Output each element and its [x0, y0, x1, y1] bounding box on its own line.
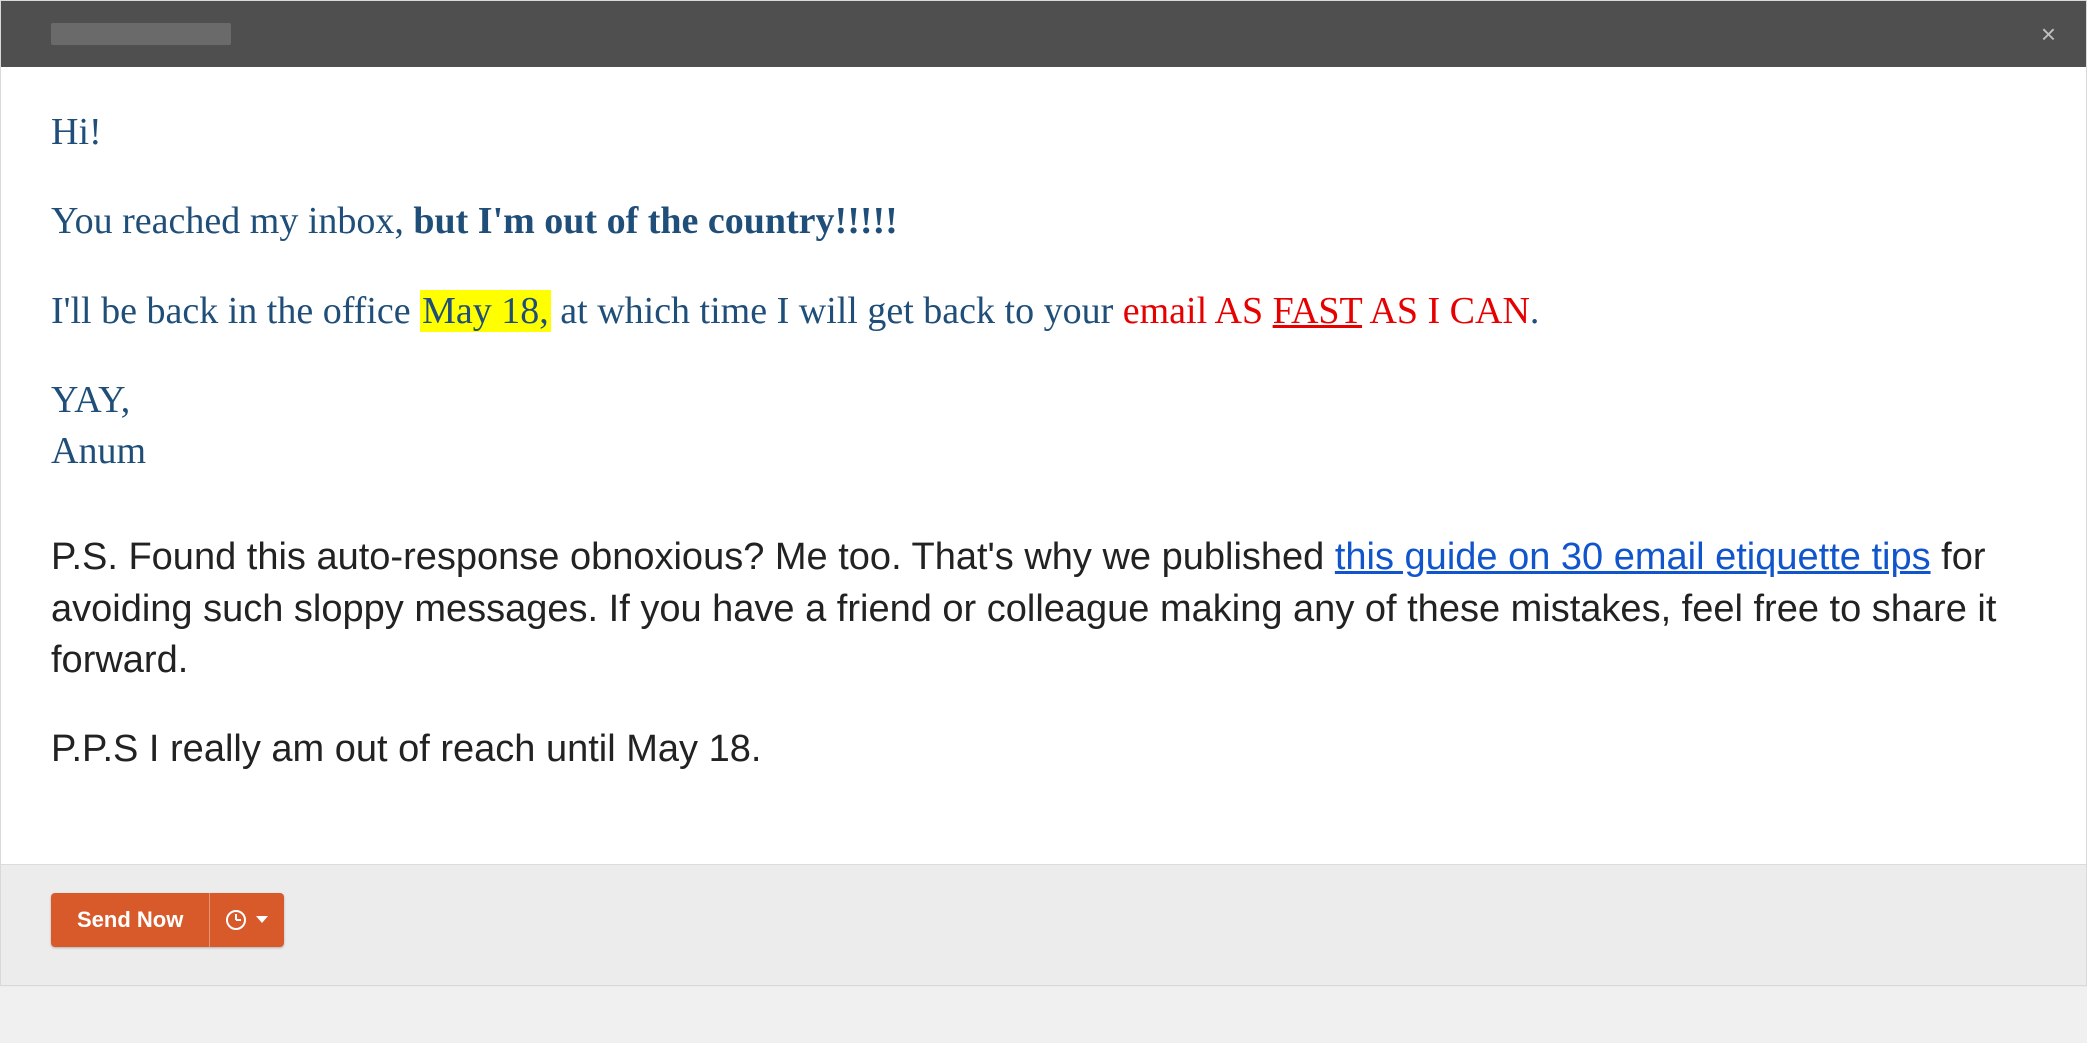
plain-block: P.S. Found this auto-response obnoxious?…: [51, 532, 2036, 775]
line3-red-fast: FAST: [1273, 290, 1362, 332]
signoff-yay: YAY,: [51, 375, 2036, 426]
etiquette-guide-link[interactable]: this guide on 30 email etiquette tips: [1335, 536, 1931, 578]
line3-mid: at which time I will get back to your: [551, 290, 1123, 332]
greeting-line: Hi!: [51, 107, 2036, 158]
send-now-button[interactable]: Send Now: [51, 893, 209, 947]
clock-icon: [226, 910, 246, 930]
close-icon: ×: [2041, 19, 2056, 49]
title-placeholder: [51, 23, 231, 45]
pps-line: P.P.S I really am out of reach until May…: [51, 724, 2036, 775]
line2-bold: but I'm out of the country!!!!!: [413, 200, 897, 242]
signoff-name: Anum: [51, 426, 2036, 477]
comic-block: Hi! You reached my inbox, but I'm out of…: [51, 107, 2036, 477]
line3-pre: I'll be back in the office: [51, 290, 420, 332]
send-now-label: Send Now: [77, 907, 183, 933]
footer-bar: Send Now: [1, 864, 2086, 985]
compose-window: × Hi! You reached my inbox, but I'm out …: [0, 0, 2087, 986]
line3-red-2: AS I CAN: [1362, 290, 1530, 332]
send-button-group: Send Now: [51, 893, 284, 947]
out-of-country-line: You reached my inbox, but I'm out of the…: [51, 196, 2036, 247]
ps-pre: P.S. Found this auto-response obnoxious?…: [51, 536, 1335, 578]
line3-period: .: [1530, 290, 1540, 332]
titlebar: ×: [1, 1, 2086, 67]
caret-down-icon: [256, 916, 268, 923]
return-date-highlight: May 18,: [420, 290, 551, 332]
close-button[interactable]: ×: [2041, 21, 2056, 47]
email-body[interactable]: Hi! You reached my inbox, but I'm out of…: [1, 67, 2086, 864]
back-in-office-line: I'll be back in the office May 18, at wh…: [51, 286, 2036, 337]
line2-pre: You reached my inbox,: [51, 200, 413, 242]
send-schedule-dropdown[interactable]: [209, 893, 284, 947]
line3-red-1: email AS: [1123, 290, 1273, 332]
ps-line: P.S. Found this auto-response obnoxious?…: [51, 532, 2036, 686]
